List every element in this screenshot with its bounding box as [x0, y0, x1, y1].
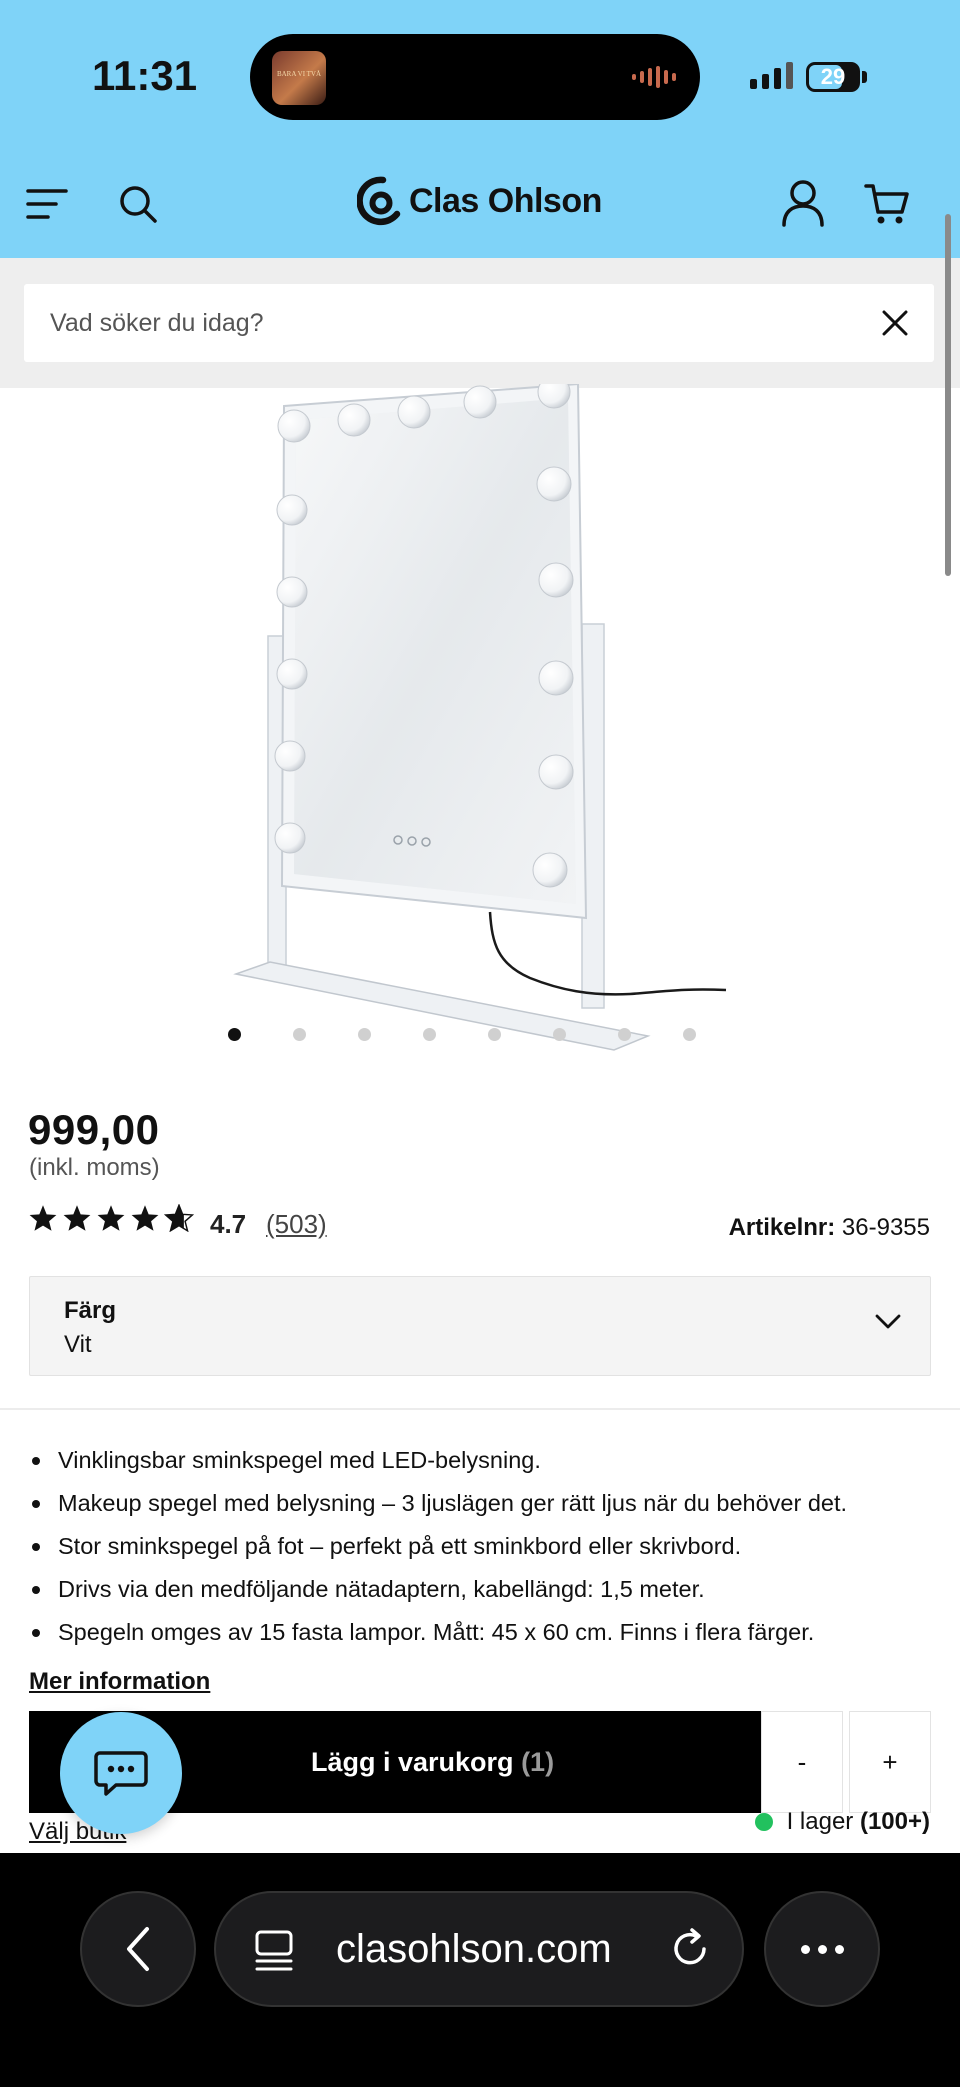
star-icon	[131, 1205, 159, 1231]
cart-icon[interactable]	[864, 182, 910, 226]
dynamic-island[interactable]: BARA VI TVÅ	[250, 34, 700, 120]
article-number: Artikelnr: 36-9355	[729, 1214, 930, 1242]
gallery-dot[interactable]	[228, 1028, 241, 1041]
star-icon	[63, 1205, 91, 1231]
now-playing-artwork: BARA VI TVÅ	[272, 51, 326, 105]
feature-item: Makeup spegel med belysning – 3 ljusläge…	[32, 1483, 938, 1526]
chevron-down-icon	[875, 1314, 901, 1329]
more-dot	[800, 1944, 810, 1954]
more-info-link[interactable]: Mer information	[29, 1668, 210, 1696]
divider	[0, 1408, 960, 1410]
rating-value: 4.7	[210, 1209, 247, 1239]
product-image[interactable]	[230, 384, 730, 1056]
vat-note: (inkl. moms)	[29, 1154, 160, 1181]
gallery-dot[interactable]	[358, 1028, 371, 1041]
gallery-dot[interactable]	[293, 1028, 306, 1041]
reload-icon[interactable]	[668, 1927, 712, 1971]
status-time: 11:31	[92, 52, 198, 99]
feature-item: Vinklingsbar sminkspegel med LED-belysni…	[32, 1440, 938, 1483]
rating-count-link[interactable]: (503)	[266, 1209, 327, 1240]
more-dot	[834, 1944, 844, 1954]
audio-wave-icon	[632, 66, 676, 88]
star-icon	[29, 1205, 57, 1231]
gallery-pagination	[0, 1028, 960, 1042]
gallery-dot[interactable]	[423, 1028, 436, 1041]
address-bar[interactable]: clasohlson.com	[214, 1891, 744, 2007]
add-to-cart-label: Lägg i varukorg	[311, 1747, 514, 1777]
battery-level: 29	[820, 64, 846, 89]
gallery-dot[interactable]	[553, 1028, 566, 1041]
url-text: clasohlson.com	[336, 1927, 612, 1971]
more-options-button[interactable]	[764, 1891, 880, 2007]
now-playing-artwork-text: BARA VI TVÅ	[276, 70, 322, 78]
color-select-label: Färg	[64, 1297, 117, 1324]
gallery-dot[interactable]	[683, 1028, 696, 1041]
search-input[interactable]	[50, 284, 850, 362]
article-value: 36-9355	[841, 1214, 930, 1241]
logo-mark-icon	[357, 176, 401, 226]
menu-icon[interactable]	[26, 188, 68, 220]
stock-count: (100+)	[859, 1808, 930, 1835]
close-icon[interactable]	[880, 308, 910, 338]
app-header: 11:31 BARA VI TVÅ 29 Clas Ohlson	[0, 0, 960, 258]
logo-text: Clas Ohlson	[409, 181, 602, 220]
stock-text: I lager	[786, 1808, 854, 1835]
chat-icon	[94, 1751, 148, 1796]
tabs-icon[interactable]	[254, 1929, 294, 1973]
account-icon[interactable]	[781, 179, 825, 227]
gallery-dot[interactable]	[618, 1028, 631, 1041]
search-bar	[0, 258, 960, 388]
in-stock-dot-icon	[754, 1813, 773, 1831]
feature-item: Drivs via den medföljande nätadaptern, k…	[32, 1569, 938, 1612]
chat-button[interactable]	[60, 1712, 182, 1834]
search-icon[interactable]	[118, 184, 158, 224]
rating-stars[interactable]	[28, 1204, 194, 1232]
feature-list: Vinklingsbar sminkspegel med LED-belysni…	[32, 1440, 938, 1655]
gallery-dot[interactable]	[488, 1028, 501, 1041]
feature-item: Stor sminkspegel på fot – perfekt på ett…	[32, 1526, 938, 1569]
page-scrollbar[interactable]	[945, 214, 951, 576]
more-dot	[817, 1944, 827, 1954]
browser-toolbar: clasohlson.com	[0, 1853, 960, 2087]
color-select-value: Vit	[64, 1331, 92, 1358]
stock-status: I lager (100+)	[754, 1808, 930, 1836]
brand-logo[interactable]: Clas Ohlson	[357, 176, 602, 226]
search-field[interactable]	[24, 284, 934, 362]
article-label: Artikelnr:	[728, 1214, 836, 1241]
product-price: 999,00	[28, 1106, 160, 1153]
feature-item: Spegeln omges av 15 fasta lampor. Mått: …	[32, 1612, 938, 1655]
battery-icon: 29	[806, 62, 860, 92]
star-icon	[97, 1205, 125, 1231]
cellular-signal-icon	[750, 62, 793, 89]
quantity-decrease-button[interactable]: -	[761, 1711, 843, 1813]
add-to-cart-qty: (1)	[521, 1747, 555, 1777]
browser-back-button[interactable]	[80, 1891, 196, 2007]
color-select[interactable]: Färg Vit	[29, 1276, 931, 1376]
star-half-icon	[164, 1204, 194, 1232]
chevron-left-icon	[127, 1927, 149, 1971]
quantity-increase-button[interactable]: +	[849, 1711, 931, 1813]
